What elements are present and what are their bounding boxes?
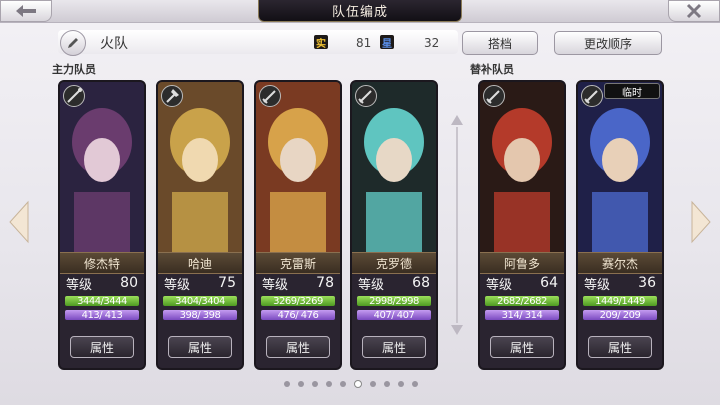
member-name: 赛尔杰 [578, 252, 662, 274]
sword-icon [259, 85, 281, 107]
level-value: 64 [540, 275, 558, 291]
attribute-button[interactable]: 属性 [168, 336, 232, 358]
page-indicator [284, 380, 418, 388]
character-portrait [480, 82, 564, 252]
level-label: 等级 [262, 277, 289, 293]
attribute-button[interactable]: 属性 [362, 336, 426, 358]
attribute-button[interactable]: 属性 [490, 336, 554, 358]
attribute-button[interactable]: 属性 [266, 336, 330, 358]
reserve-members-label: 替补队员 [470, 63, 514, 76]
hp-bar: 2998/2998 [357, 296, 431, 307]
level-label: 等级 [486, 277, 513, 293]
power-stat-value: 81 [356, 36, 372, 50]
sword-icon [483, 85, 505, 107]
page-title: 队伍编成 [258, 0, 462, 22]
mp-bar: 407/ 407 [357, 310, 431, 321]
level-label: 等级 [358, 277, 385, 293]
page-dot[interactable] [326, 381, 332, 387]
level-row: 等级 80 [60, 273, 144, 293]
mp-bar: 314/ 314 [485, 310, 559, 321]
back-button[interactable] [0, 0, 52, 22]
page-dot[interactable] [370, 381, 376, 387]
mp-bar: 398/ 398 [163, 310, 237, 321]
page-dot[interactable] [284, 381, 290, 387]
page-dot[interactable] [384, 381, 390, 387]
axe-icon [161, 85, 183, 107]
character-portrait [256, 82, 340, 252]
change-order-button[interactable]: 更改顺序 [554, 31, 662, 55]
level-label: 等级 [584, 277, 611, 293]
level-value: 75 [218, 275, 236, 291]
level-label: 等级 [164, 277, 191, 293]
level-value: 68 [412, 275, 430, 291]
edit-team-name-button[interactable] [60, 30, 86, 56]
mp-bar: 476/ 476 [261, 310, 335, 321]
next-page-arrow-icon[interactable] [690, 200, 712, 244]
member-card[interactable]: 哈迪 等级 75 3404/3404 398/ 398 属性 [156, 80, 244, 370]
attribute-button[interactable]: 属性 [588, 336, 652, 358]
level-value: 78 [316, 275, 334, 291]
page-dot[interactable] [354, 380, 362, 388]
hp-bar: 1449/1449 [583, 296, 657, 307]
level-value: 36 [638, 275, 656, 291]
star-stat-icon: 星 [380, 35, 394, 50]
star-stat-value: 32 [424, 36, 440, 50]
temporary-badge: 临时 [604, 83, 660, 99]
hp-bar: 2682/2682 [485, 296, 559, 307]
page-dot[interactable] [312, 381, 318, 387]
member-name: 哈迪 [158, 252, 242, 274]
hp-bar: 3444/3444 [65, 296, 139, 307]
level-row: 等级 68 [352, 273, 436, 293]
hp-bar: 3269/3269 [261, 296, 335, 307]
reserve-member-card[interactable]: 阿鲁多 等级 64 2682/2682 314/ 314 属性 [478, 80, 566, 370]
hp-bar: 3404/3404 [163, 296, 237, 307]
sword-icon [581, 85, 603, 107]
character-portrait [578, 82, 662, 252]
level-row: 等级 64 [480, 273, 564, 293]
arrow-left-icon [16, 5, 36, 17]
level-value: 80 [120, 275, 138, 291]
character-portrait [158, 82, 242, 252]
page-dot[interactable] [412, 381, 418, 387]
member-name: 阿鲁多 [480, 252, 564, 274]
member-name: 修杰特 [60, 252, 144, 274]
member-card[interactable]: 克雷斯 等级 78 3269/3269 476/ 476 属性 [254, 80, 342, 370]
character-portrait [352, 82, 436, 252]
member-card[interactable]: 克罗德 等级 68 2998/2998 407/ 407 属性 [350, 80, 438, 370]
mp-bar: 209/ 209 [583, 310, 657, 321]
page-dot[interactable] [340, 381, 346, 387]
mp-bar: 413/ 413 [65, 310, 139, 321]
character-portrait [60, 82, 144, 252]
level-label: 等级 [66, 277, 93, 293]
team-name: 火队 [100, 36, 128, 52]
level-row: 等级 75 [158, 273, 242, 293]
member-name: 克罗德 [352, 252, 436, 274]
attribute-button[interactable]: 属性 [70, 336, 134, 358]
reserve-member-card[interactable]: 临时 赛尔杰 等级 36 1449/1449 209/ 209 属性 [576, 80, 664, 370]
swap-divider-icon [451, 115, 463, 335]
level-row: 等级 36 [578, 273, 662, 293]
page-dot[interactable] [298, 381, 304, 387]
prev-page-arrow-icon[interactable] [8, 200, 30, 244]
staff-icon [63, 85, 85, 107]
main-members-label: 主力队员 [52, 63, 96, 76]
power-stat-icon: 实 [314, 35, 328, 50]
level-row: 等级 78 [256, 273, 340, 293]
close-icon [686, 3, 702, 19]
page-dot[interactable] [398, 381, 404, 387]
member-card[interactable]: 修杰特 等级 80 3444/3444 413/ 413 属性 [58, 80, 146, 370]
partner-button[interactable]: 搭档 [462, 31, 538, 55]
close-button[interactable] [668, 0, 720, 22]
member-name: 克雷斯 [256, 252, 340, 274]
pencil-icon [68, 38, 78, 48]
sword-icon [355, 85, 377, 107]
